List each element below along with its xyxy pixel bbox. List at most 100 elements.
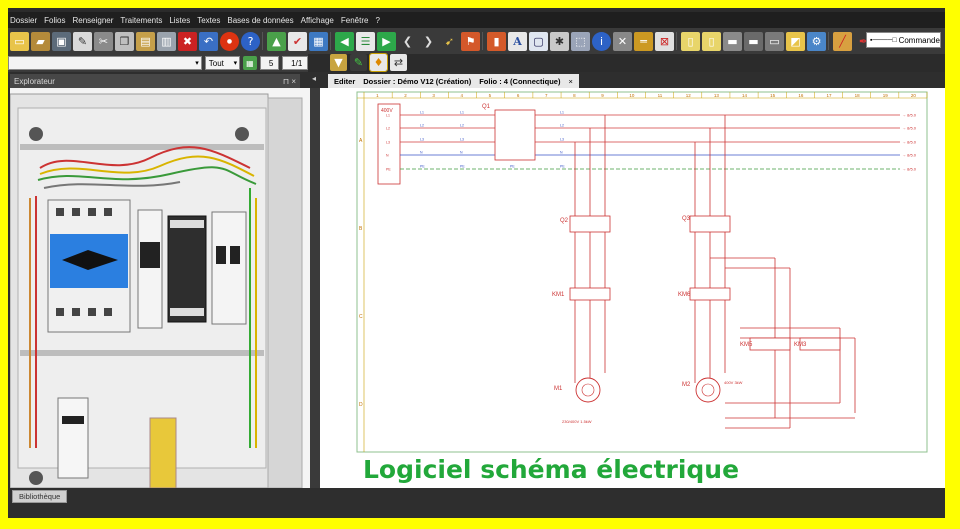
ruler-icon[interactable]: ═ [634,31,653,51]
grid-icon[interactable]: ▦ [243,56,257,70]
column-label: 10 [629,93,635,98]
folder-icon[interactable]: ▬ [744,31,763,51]
cut-icon[interactable]: ✂ [94,31,113,51]
bus-destination: → 8/5.0 [902,126,917,131]
print-icon[interactable]: ▥ [157,31,176,51]
bus-destination: → 8/5.0 [902,167,917,172]
delete-icon[interactable]: ✖ [178,31,197,51]
stamp-icon[interactable]: ◩ [786,31,805,51]
tab-document[interactable]: Editer Dossier : Démo V12 (Création) Fol… [328,74,579,88]
tab-dossier: Dossier : Démo V12 (Création) [363,76,472,86]
note-add-icon[interactable]: ▯ [702,31,721,51]
component-icon[interactable]: ▮ [487,31,506,51]
bus-label: PE [460,165,465,169]
tab-mode: Editer [334,76,356,86]
menu-fenetre[interactable]: Fenêtre [341,16,369,25]
folio-number-field[interactable]: 5 [259,56,280,70]
column-label: 11 [658,93,663,98]
line-icon[interactable]: ╱ [833,31,852,51]
copy-icon[interactable]: ❐ [115,31,134,51]
component-search-select[interactable]: ▾ [8,56,202,70]
image-icon[interactable]: ▲ [267,31,286,51]
phase-label: L1 [386,114,390,118]
contactor [137,209,163,329]
next-page-icon[interactable]: ▶ [377,31,396,51]
back-icon[interactable]: ❮ [398,32,417,51]
flag-icon[interactable]: ⚑ [461,31,480,51]
menu-traitements[interactable]: Traitements [120,16,162,25]
menu-textes[interactable]: Textes [197,16,220,25]
tab-bibliotheque[interactable]: Bibliothèque [12,490,68,503]
menu-help[interactable]: ? [375,16,379,25]
column-label: 12 [686,93,692,98]
chart-icon[interactable]: ▦ [309,31,328,51]
cabinet-3d-view[interactable] [10,88,310,488]
folio-list-icon[interactable]: ☰ [356,31,375,51]
menu-affichage[interactable]: Affichage [301,16,334,25]
phase-label: L3 [386,141,390,145]
phase-label: PE [386,168,391,172]
column-label: 15 [770,93,776,98]
draw-icon[interactable]: ✎ [350,54,367,71]
layer-select[interactable]: Tout ▾ [204,56,241,70]
note-icon[interactable]: ▯ [681,31,700,51]
terminal-strip [149,417,177,488]
tools-icon[interactable]: ✱ [550,31,569,51]
menu-listes[interactable]: Listes [169,16,190,25]
bulb-icon[interactable]: ♦ [369,53,388,72]
menu-renseigner[interactable]: Renseigner [72,16,113,25]
check-icon[interactable]: ✔ [288,31,307,51]
select-icon[interactable]: ⬚ [571,31,590,51]
schematic-canvas[interactable]: 1 2 3 4 5 6 7 8 9 10 11 12 13 14 15 16 17 18 19 20 ABCD 400… [320,88,945,488]
tag-q3: Q3 [682,216,691,222]
forward-icon[interactable]: ❯ [419,32,438,51]
pin-icon[interactable]: ⊓ × [283,77,296,86]
tag-km3: KM3 [794,342,807,348]
frame-icon[interactable]: ▢ [529,31,548,51]
link-icon[interactable]: ⇄ [390,54,407,71]
row-label: C [359,314,363,320]
bus-label: L2 [560,124,564,128]
stack-icon[interactable]: ▬ [723,31,742,51]
explorer-title-bar: Explorateur ⊓ × [10,74,300,88]
column-label: 20 [911,93,917,98]
column-label: 13 [714,93,720,98]
stop-icon[interactable]: ● [220,31,239,51]
menu-folios[interactable]: Folios [44,16,65,25]
remove-icon[interactable]: ⊠ [655,31,674,51]
menu-bases[interactable]: Bases de données [227,16,293,25]
close-doc-icon[interactable]: ✕ [613,31,632,51]
separator [262,32,265,50]
help-icon[interactable]: ? [241,31,260,51]
bus-label: PE [510,165,515,169]
power-supply [167,215,207,323]
bus-label: L3 [460,138,464,142]
text-icon[interactable]: A [508,31,527,51]
place-icon[interactable]: ▼ [330,54,347,71]
open-icon[interactable]: ▰ [31,31,50,51]
bus-label: L2 [460,124,464,128]
splitter[interactable] [310,88,320,488]
first-page-icon[interactable]: ◀ [335,31,354,51]
settings-icon[interactable]: ⚙ [807,31,826,51]
command-field[interactable]: ▪────□ Commande [866,32,941,48]
chevron-left-icon[interactable]: ◂ [312,74,316,83]
info-icon[interactable]: i [592,31,611,51]
save-icon[interactable]: ▣ [52,31,71,51]
terminal-block [57,397,89,479]
new-folder-icon[interactable]: ▭ [10,31,29,51]
paste-icon[interactable]: ▤ [136,31,155,51]
bus-label: L1 [460,111,464,115]
menu-dossier[interactable]: Dossier [10,16,37,25]
close-icon[interactable]: × [568,77,572,86]
phase-label: L2 [386,127,390,131]
pointer-icon[interactable]: ➹ [440,32,459,51]
box-icon[interactable]: ▭ [765,31,784,51]
motor-m1-tag: M1 [554,386,563,392]
chevron-down-icon: ▾ [233,60,238,67]
separator [482,32,485,50]
edit-icon[interactable]: ✎ [73,31,92,51]
column-label: 17 [826,93,832,98]
undo-icon[interactable]: ↶ [199,31,218,51]
bus-label: PE [560,165,565,169]
